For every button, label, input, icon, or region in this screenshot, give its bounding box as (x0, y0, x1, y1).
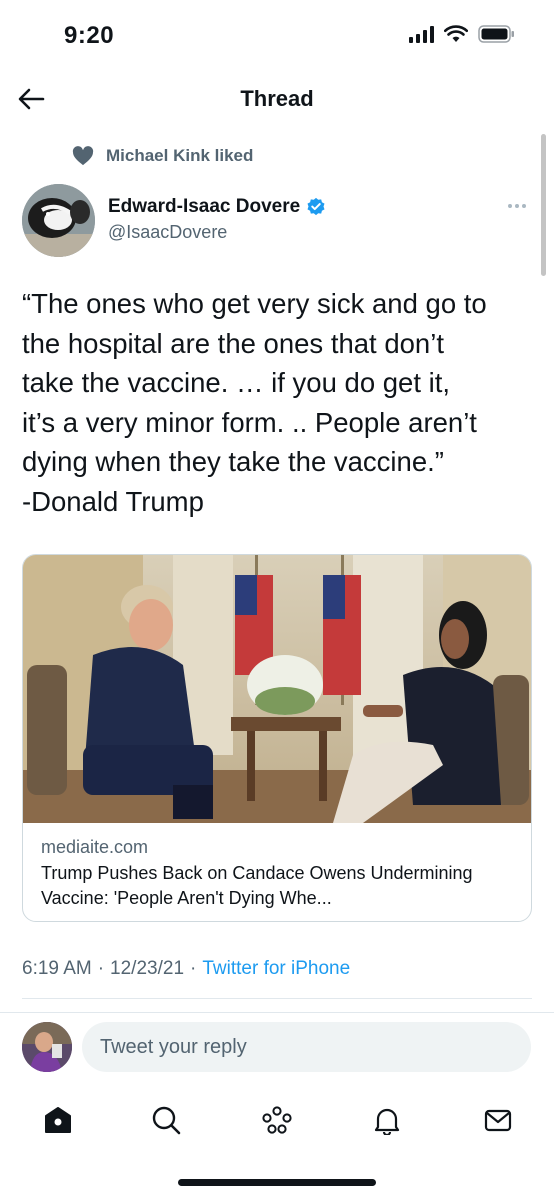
home-icon (45, 1107, 71, 1133)
link-card[interactable]: mediaite.com Trump Pushes Back on Candac… (22, 554, 532, 922)
more-dot-icon (508, 204, 512, 208)
tweet-source-link[interactable]: Twitter for iPhone (202, 958, 350, 980)
verified-badge-icon (307, 197, 325, 216)
search-icon (152, 1106, 181, 1135)
divider (22, 998, 532, 999)
page-title: Thread (240, 86, 314, 111)
nav-notifications[interactable] (367, 1100, 407, 1140)
bottom-nav (0, 1090, 554, 1150)
spaces-icon (262, 1106, 292, 1134)
tweet-date: 12/23/21 (110, 958, 185, 979)
user-avatar-image (22, 1022, 72, 1072)
penguin-avatar-image (22, 184, 95, 257)
card-domain: mediaite.com (41, 837, 149, 857)
reply-input[interactable] (82, 1022, 531, 1072)
card-title: Trump Pushes Back on Candace Owens Under… (41, 863, 473, 908)
social-context[interactable]: Michael Kink liked (72, 146, 253, 166)
tweet-meta: 6:19 AM · 12/23/21 · Twitter for iPhone (22, 958, 350, 980)
author-handle[interactable]: @IsaacDovere (108, 222, 227, 243)
status-bar: 9:20 (0, 0, 554, 70)
meta-separator: · (190, 958, 197, 979)
status-time: 9:20 (64, 22, 115, 49)
tweet-text: “The ones who get very sick and go to th… (22, 288, 487, 517)
tweet-time: 6:19 AM (22, 958, 92, 979)
nav-spaces[interactable] (257, 1100, 297, 1140)
nav-messages[interactable] (478, 1100, 518, 1140)
more-options-button[interactable] (504, 196, 530, 216)
card-image (23, 555, 531, 823)
scroll-indicator[interactable] (541, 134, 546, 276)
cellular-signal-icon (409, 25, 434, 43)
author-name-row[interactable]: Edward-Isaac Dovere (108, 196, 326, 218)
heart-icon (72, 146, 94, 166)
social-context-label: Michael Kink liked (106, 146, 254, 165)
status-icons (409, 24, 516, 44)
wifi-icon (444, 25, 468, 42)
divider (0, 1012, 554, 1013)
nav-search[interactable] (146, 1100, 186, 1140)
nav-home[interactable] (38, 1100, 78, 1140)
header: Thread (0, 72, 554, 126)
more-dot-icon (515, 204, 519, 208)
messages-icon (484, 1109, 512, 1132)
author-avatar[interactable] (22, 184, 95, 257)
user-avatar[interactable] (22, 1022, 72, 1072)
author-name[interactable]: Edward-Isaac Dovere (108, 196, 300, 218)
battery-icon (478, 25, 514, 43)
home-indicator[interactable] (178, 1179, 376, 1186)
meta-separator: · (97, 958, 105, 979)
notifications-icon (374, 1108, 400, 1135)
more-dot-icon (522, 204, 526, 208)
